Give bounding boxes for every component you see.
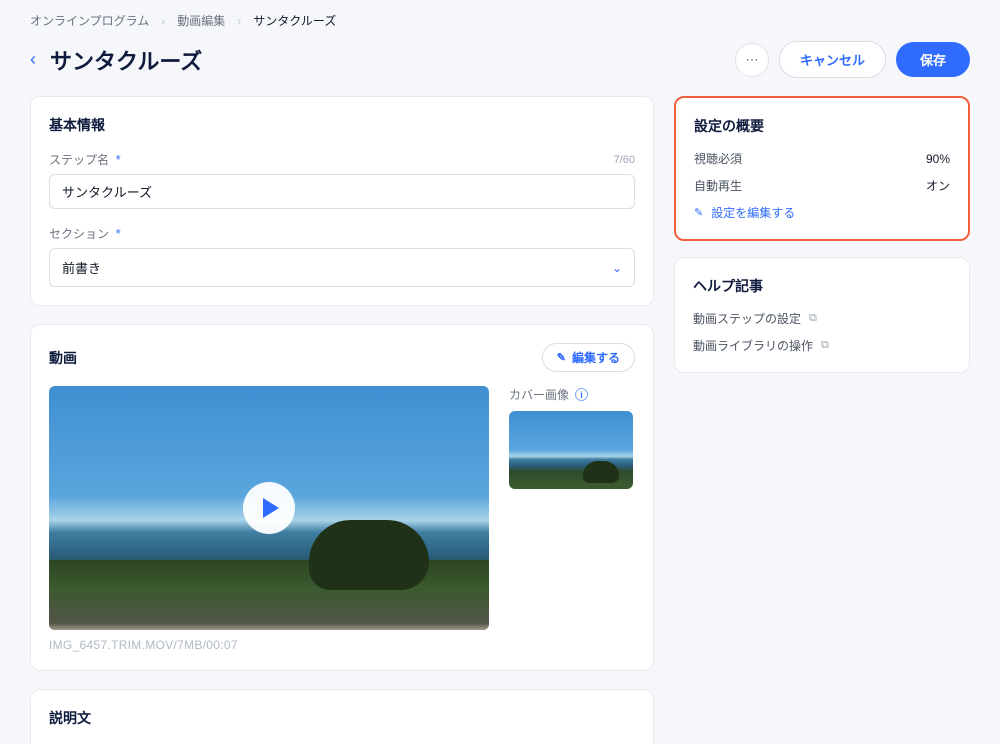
required-icon: *: [116, 152, 121, 167]
breadcrumb-current: サンタクルーズ: [253, 12, 336, 29]
autoplay-value: オン: [926, 177, 950, 194]
chevron-right-icon: ›: [161, 14, 165, 28]
video-edit-label: 編集する: [572, 349, 620, 366]
help-articles-card: ヘルプ記事 動画ステップの設定 ⧉ 動画ライブラリの操作 ⧉: [674, 257, 970, 373]
pencil-icon: ✎: [694, 206, 703, 219]
video-card: 動画 ✎ 編集する: [30, 324, 654, 671]
required-viewing-value: 90%: [926, 152, 950, 166]
step-name-input[interactable]: [49, 174, 635, 209]
autoplay-label: 自動再生: [694, 177, 742, 194]
required-viewing-label: 視聴必須: [694, 150, 742, 167]
video-card-title: 動画: [49, 348, 77, 368]
cover-image-label: カバー画像: [509, 386, 569, 403]
play-button[interactable]: [243, 482, 295, 534]
breadcrumb: オンラインプログラム › 動画編集 › サンタクルーズ: [30, 12, 970, 29]
help-link-label: 動画ステップの設定: [693, 310, 801, 327]
external-link-icon: ⧉: [821, 339, 829, 352]
settings-summary-title: 設定の概要: [694, 116, 950, 136]
help-link-video-library[interactable]: 動画ライブラリの操作 ⧉: [693, 337, 951, 354]
help-title: ヘルプ記事: [693, 276, 951, 296]
section-select-value: 前書き: [62, 258, 101, 277]
play-icon: [263, 498, 279, 518]
external-link-icon: ⧉: [809, 312, 817, 325]
chevron-down-icon: ⌄: [612, 261, 622, 275]
breadcrumb-mid[interactable]: 動画編集: [177, 12, 225, 29]
cover-thumbnail[interactable]: [509, 411, 633, 489]
breadcrumb-root[interactable]: オンラインプログラム: [30, 12, 149, 29]
help-link-label: 動画ライブラリの操作: [693, 337, 813, 354]
section-select[interactable]: 前書き ⌄: [49, 248, 635, 287]
more-menu-button[interactable]: ⋯: [735, 43, 769, 77]
settings-summary-card: 設定の概要 視聴必須 90% 自動再生 オン ✎ 設定を編集する: [674, 96, 970, 241]
section-label: セクション: [49, 227, 109, 241]
description-card: 説明文 + このステップをどのように完了させるか、説明をここに書いていきましょう: [30, 689, 654, 744]
video-edit-button[interactable]: ✎ 編集する: [542, 343, 635, 372]
edit-settings-label: 設定を編集する: [711, 204, 795, 221]
ellipsis-icon: ⋯: [745, 52, 758, 68]
video-preview[interactable]: [49, 386, 489, 630]
step-name-counter: 7/60: [614, 154, 635, 166]
back-icon[interactable]: ‹: [30, 49, 36, 70]
video-meta: IMG_6457.TRIM.MOV/7MB/00:07: [49, 638, 489, 652]
basic-info-card: 基本情報 ステップ名 * 7/60 セクション: [30, 96, 654, 306]
help-link-video-step[interactable]: 動画ステップの設定 ⧉: [693, 310, 951, 327]
step-name-label: ステップ名: [49, 153, 109, 167]
pencil-icon: ✎: [557, 351, 566, 364]
cancel-button[interactable]: キャンセル: [779, 41, 886, 78]
chevron-right-icon: ›: [237, 14, 241, 28]
required-icon: *: [116, 226, 121, 241]
info-icon[interactable]: i: [575, 388, 588, 401]
save-button[interactable]: 保存: [896, 42, 970, 77]
edit-settings-link[interactable]: ✎ 設定を編集する: [694, 204, 950, 221]
description-title: 説明文: [49, 708, 635, 728]
basic-info-title: 基本情報: [49, 115, 635, 135]
page-title: サンタクルーズ: [50, 44, 202, 76]
